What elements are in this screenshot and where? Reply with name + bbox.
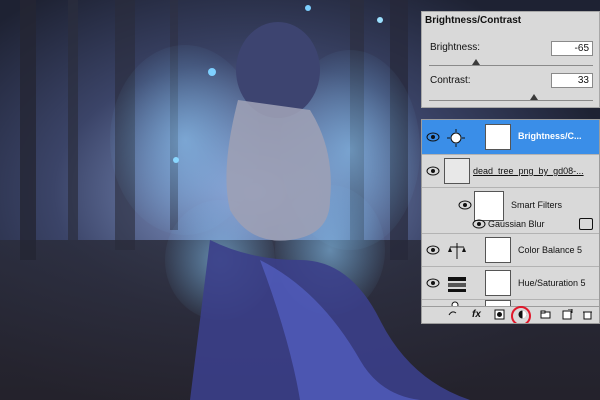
brightness-contrast-panel: Brightness/Contrast Brightness: -65 Cont… [421,11,600,108]
layer-name: Smart Filters [511,200,563,210]
layer-name: dead_tree_png_by_gd08-... [473,166,584,176]
photoshop-canvas[interactable]: Brightness/Contrast Brightness: -65 Cont… [0,0,600,400]
contrast-slider-track[interactable] [429,100,593,101]
layer-row-brightness[interactable]: Brightness/C... [422,120,599,155]
eye-icon[interactable] [426,278,440,288]
eye-icon[interactable] [426,166,440,176]
link-icon[interactable] [447,309,458,320]
eye-icon[interactable] [458,200,472,210]
adjustment-highlight-circle [511,306,531,323]
brightness-label: Brightness: [430,42,481,53]
group-icon[interactable] [540,309,551,320]
new-layer-icon[interactable] [562,309,573,320]
layers-panel: Brightness/C... dead_tree_png_by_gd08-..… [421,119,600,324]
contrast-slider-thumb[interactable] [530,94,538,100]
brightness-adjustment-icon [447,129,465,147]
contrast-label: Contrast: [430,75,471,86]
layer-mask-thumbnail [485,237,511,263]
smart-object-thumbnail [444,158,470,184]
fx-icon[interactable]: fx [472,309,483,320]
brightness-slider-track[interactable] [429,65,593,66]
layer-name: Color Balance 5 [518,245,583,255]
layer-row-color-balance[interactable]: Color Balance 5 [422,234,599,267]
layer-mask-thumbnail [485,270,511,296]
contrast-input[interactable]: 33 [551,73,593,88]
hue-saturation-icon [448,277,466,292]
trash-icon[interactable] [582,309,593,320]
brightness-slider-thumb[interactable] [472,59,480,65]
layer-row-dead-tree[interactable]: dead_tree_png_by_gd08-... [422,155,599,188]
layers-footer: fx [422,306,599,323]
layer-row-hue-saturation[interactable]: Hue/Saturation 5 [422,267,599,300]
eye-icon[interactable] [426,132,440,142]
layer-mask-thumbnail [485,124,511,150]
mask-icon[interactable] [494,309,505,320]
filter-options-icon[interactable] [579,218,593,230]
layer-name: Brightness/C... [518,131,582,141]
eye-icon[interactable] [426,245,440,255]
brightness-input[interactable]: -65 [551,41,593,56]
layer-name: Hue/Saturation 5 [518,278,586,288]
eye-icon[interactable] [472,219,486,229]
panel-title: Brightness/Contrast [425,15,522,26]
balance-icon [448,243,466,259]
layer-name: Gaussian Blur [488,219,545,229]
layer-row-gaussian-blur[interactable]: Gaussian Blur [422,214,599,234]
